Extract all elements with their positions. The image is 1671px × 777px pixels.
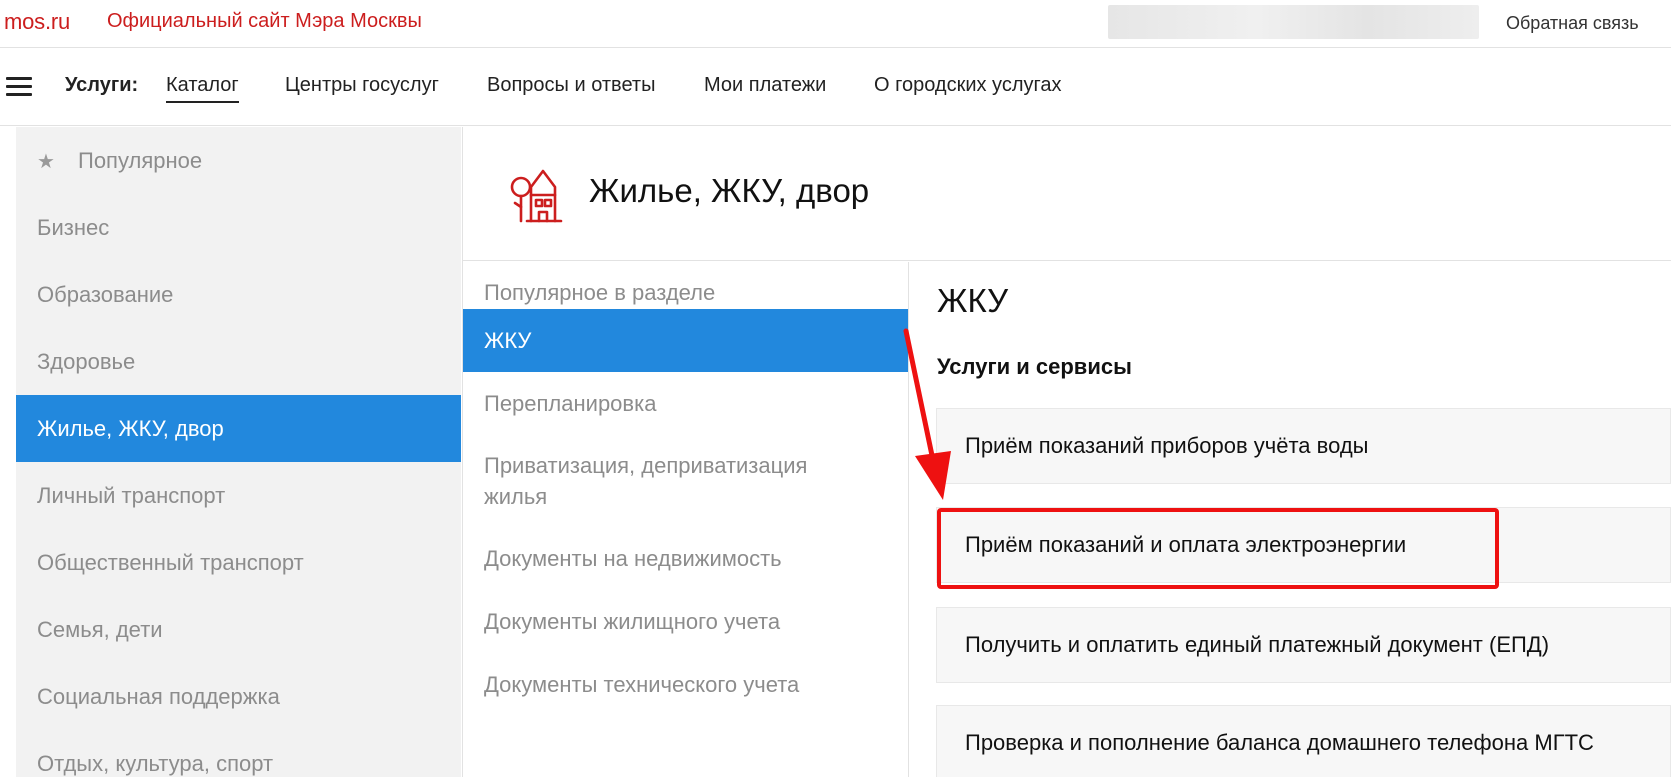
subcategory-list: Популярное в разделе ЖКУ Перепланировка … xyxy=(463,262,908,777)
sidebar-item-leisure[interactable]: Отдых, культура, спорт xyxy=(16,730,461,777)
service-mgts-balance[interactable]: Проверка и пополнение баланса домашнего … xyxy=(936,705,1671,777)
top-bar: mos.ru Официальный сайт Мэра Москвы Обра… xyxy=(0,0,1671,48)
sidebar-item-label: Популярное xyxy=(78,148,203,173)
nav-label: Услуги: xyxy=(65,74,139,96)
services-content: ЖКУ Услуги и сервисы Приём показаний при… xyxy=(909,262,1671,777)
site-logo[interactable]: mos.ru xyxy=(4,9,70,35)
hamburger-menu-icon[interactable] xyxy=(6,77,32,97)
service-electricity[interactable]: Приём показаний и оплата электроэнергии xyxy=(936,507,1671,583)
star-icon: ★ xyxy=(37,151,55,173)
content-title: ЖКУ xyxy=(937,282,1009,319)
nav-item-catalog[interactable]: Каталог xyxy=(166,74,239,103)
category-title: Жилье, ЖКУ, двор xyxy=(589,172,870,209)
catalog-sidebar: ★ Популярное Бизнес Образование Здоровье … xyxy=(16,127,461,777)
sidebar-item-health[interactable]: Здоровье xyxy=(16,328,461,395)
services-nav: Услуги: Каталог Центры госуслуг Вопросы … xyxy=(0,49,1671,126)
sidebar-item-social-support[interactable]: Социальная поддержка xyxy=(16,663,461,730)
nav-item-service-centers[interactable]: Центры госуслуг xyxy=(285,74,439,97)
house-tree-icon xyxy=(510,169,563,223)
sidebar-item-housing[interactable]: Жилье, ЖКУ, двор xyxy=(16,395,461,462)
sidebar-item-popular[interactable]: ★ Популярное xyxy=(16,127,461,194)
blurred-search-area xyxy=(1108,5,1479,39)
feedback-link[interactable]: Обратная связь xyxy=(1506,13,1639,34)
sidebar-item-business[interactable]: Бизнес xyxy=(16,194,461,261)
nav-item-faq[interactable]: Вопросы и ответы xyxy=(487,74,655,97)
sidebar-item-education[interactable]: Образование xyxy=(16,261,461,328)
section-title: Услуги и сервисы xyxy=(937,354,1132,379)
service-epd[interactable]: Получить и оплатить единый платежный док… xyxy=(936,607,1671,683)
service-water-meter[interactable]: Приём показаний приборов учёта воды xyxy=(936,408,1671,484)
nav-item-about-services[interactable]: О городских услугах xyxy=(874,74,1061,97)
category-header: Жилье, ЖКУ, двор xyxy=(463,127,1671,261)
subcategory-item-replanning[interactable]: Перепланировка xyxy=(463,372,908,435)
nav-item-my-payments[interactable]: Мои платежи xyxy=(704,74,826,97)
subcategory-item-property-docs[interactable]: Документы на недвижимость xyxy=(463,543,908,574)
subcategory-item-housing-registry-docs[interactable]: Документы жилищного учета xyxy=(463,606,908,637)
sidebar-item-family[interactable]: Семья, дети xyxy=(16,596,461,663)
subcategory-item-privatization[interactable]: Приватизация, деприватизация жилья xyxy=(463,450,908,512)
site-title[interactable]: Официальный сайт Мэра Москвы xyxy=(107,10,422,33)
subcategory-item-technical-docs[interactable]: Документы технического учета xyxy=(463,669,908,700)
sidebar-item-public-transport[interactable]: Общественный транспорт xyxy=(16,529,461,596)
sidebar-item-personal-transport[interactable]: Личный транспорт xyxy=(16,462,461,529)
subcategory-item-zhku[interactable]: ЖКУ xyxy=(463,309,908,372)
